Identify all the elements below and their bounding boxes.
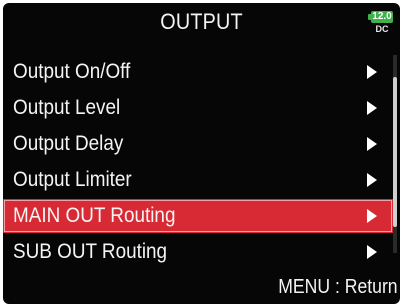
chevron-right-icon xyxy=(367,137,377,151)
menu-item-label: SUB OUT Routing xyxy=(13,240,168,263)
device-screen: OUTPUT 12.0 DC Output On/Off Output Leve… xyxy=(3,3,400,304)
power-source-label: DC xyxy=(375,24,389,34)
header: OUTPUT 12.0 DC xyxy=(3,3,400,45)
menu-item-label: Output Level xyxy=(13,96,121,119)
chevron-right-icon xyxy=(367,101,377,115)
menu-item-label: MAIN OUT Routing xyxy=(13,204,176,227)
footer: MENU : Return xyxy=(3,273,400,304)
menu-item-output-on-off[interactable]: Output On/Off xyxy=(3,55,393,89)
menu-item-sub-out-routing[interactable]: SUB OUT Routing xyxy=(3,235,393,269)
menu-item-label: Output Limiter xyxy=(13,168,132,191)
menu-item-label: Output Delay xyxy=(13,132,124,155)
menu-item-output-limiter[interactable]: Output Limiter xyxy=(3,163,393,197)
chevron-right-icon xyxy=(367,245,377,259)
output-menu: Output On/Off Output Level Output Delay … xyxy=(3,55,393,271)
menu-item-output-delay[interactable]: Output Delay xyxy=(3,127,393,161)
battery-indicator: 12.0 DC xyxy=(368,11,394,37)
page-title: OUTPUT xyxy=(160,9,243,34)
chevron-right-icon xyxy=(367,173,377,187)
scrollbar[interactable] xyxy=(393,55,397,253)
chevron-right-icon xyxy=(367,65,377,79)
scrollbar-thumb[interactable] xyxy=(393,77,397,227)
menu-return-hint: MENU : Return xyxy=(278,276,398,298)
menu-item-main-out-routing[interactable]: MAIN OUT Routing xyxy=(3,199,393,233)
battery-voltage: 12.0 xyxy=(371,11,393,23)
menu-item-output-level[interactable]: Output Level xyxy=(3,91,393,125)
menu-item-label: Output On/Off xyxy=(13,60,131,83)
chevron-right-icon xyxy=(367,209,377,223)
